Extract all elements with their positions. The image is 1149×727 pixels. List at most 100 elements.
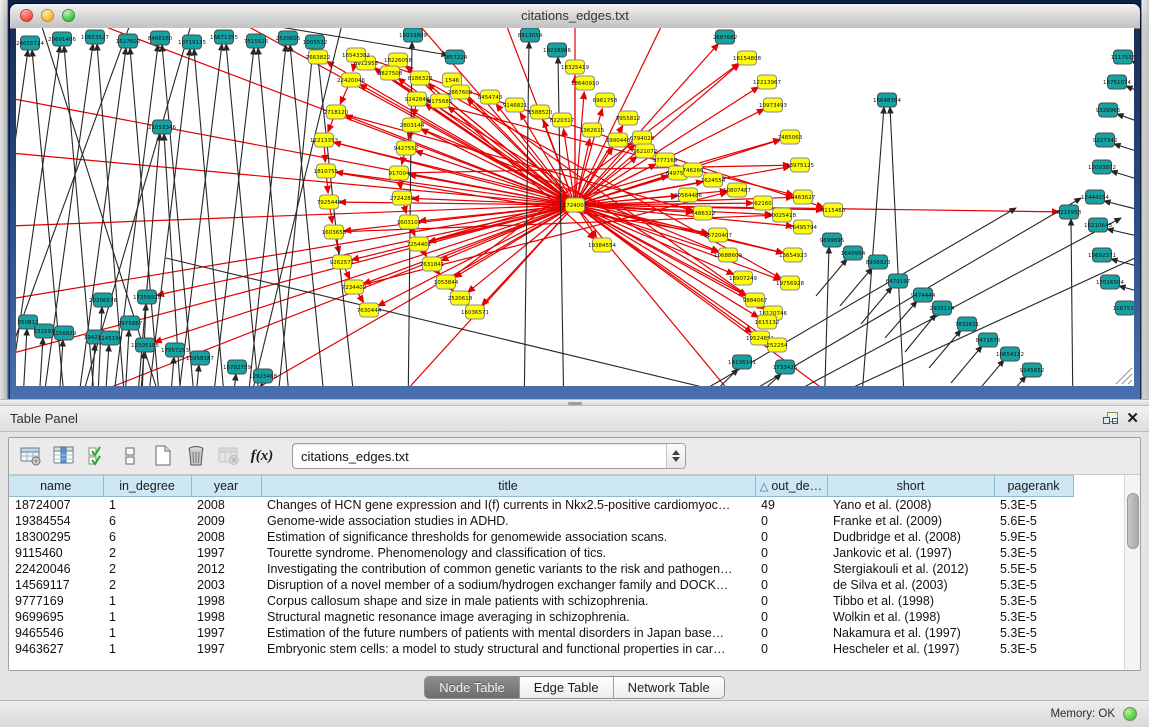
table-cell[interactable]: Nakamura et al. (1997) [827,625,994,641]
graph-node[interactable]: 12923468 [249,369,277,383]
graph-edge[interactable] [972,360,1004,386]
table-cell[interactable]: Estimation of the future numbers of pati… [261,625,755,641]
table-vertical-scrollbar[interactable] [1124,475,1140,670]
table-cell[interactable]: 0 [755,513,827,529]
graph-node[interactable]: 8813054 [518,28,543,42]
tab-network-table[interactable]: Network Table [614,677,724,698]
graph-node[interactable]: 7955812 [616,111,641,125]
table-cell[interactable]: Investigating the contribution of common… [261,561,755,577]
graph-edge[interactable] [733,374,781,386]
graph-node[interactable]: 1005532 [303,35,328,49]
graph-node[interactable]: 7234402 [342,280,367,294]
graph-edge[interactable] [1111,171,1134,182]
graph-node[interactable]: 1167533 [1113,301,1134,315]
table-row[interactable]: 1938455462009Genome-wide association stu… [9,513,1073,529]
table-cell[interactable]: 5.3E-5 [994,497,1073,514]
graph-node[interactable]: 10807487 [723,183,751,197]
column-header-in_degree[interactable]: in_degree [103,476,191,497]
graph-edge[interactable] [840,268,872,306]
graph-edge[interactable] [231,374,236,386]
column-header-year[interactable]: year [191,476,261,497]
float-panel-icon[interactable] [1103,412,1118,426]
column-header-out_de[interactable]: △out_de… [755,476,827,497]
table-cell[interactable]: Structural magnetic resonance image aver… [261,609,755,625]
graph-node[interactable]: 18325419 [561,60,589,74]
table-cell[interactable]: de Silva et al. (2003) [827,577,994,593]
graph-node[interactable]: 7631841 [420,257,445,271]
graph-node[interactable]: 1145194 [98,331,123,345]
graph-node[interactable]: 13975125 [786,158,814,172]
table-cell[interactable]: 0 [755,577,827,593]
graph-edge[interactable] [1122,374,1132,384]
tab-node-table[interactable]: Node Table [425,677,520,698]
graph-node[interactable]: 18226058 [384,53,412,67]
table-cell[interactable]: 6 [103,513,191,529]
graph-node[interactable]: 12213967 [753,75,781,89]
table-cell[interactable]: 2003 [191,577,261,593]
graph-edge[interactable] [1126,86,1134,98]
graph-node[interactable]: 2687682 [713,30,738,44]
graph-edge[interactable] [862,107,884,386]
table-cell[interactable]: Hescheler et al. (1997) [827,641,994,657]
graph-node[interactable]: 9146821 [503,98,528,112]
table-row[interactable]: 1872400712008Changes of HCN gene express… [9,497,1073,514]
table-cell[interactable]: 5.5E-5 [994,561,1073,577]
table-cell[interactable]: 2008 [191,497,261,514]
table-row[interactable]: 1456911722003Disruption of a novel membe… [9,577,1073,593]
graph-node[interactable]: 7485063 [778,130,803,144]
graph-node[interactable]: 7630444 [357,303,382,317]
graph-node[interactable]: 10654112 [996,347,1024,361]
graph-edge[interactable] [166,258,956,386]
graph-node[interactable]: 16495794 [789,220,817,234]
graph-node[interactable]: 7857224 [443,50,468,64]
table-cell[interactable]: 1997 [191,625,261,641]
graph-node[interactable]: 15692371 [1088,248,1116,262]
graph-node[interactable]: 8938923 [866,255,891,269]
table-cell[interactable]: Franke et al. (2009) [827,513,994,529]
table-row[interactable]: 977716911998Corpus callosum shape and si… [9,593,1073,609]
graph-node[interactable]: 16782759 [223,360,251,374]
window-titlebar[interactable]: citations_edges.txt [10,4,1140,29]
graph-node[interactable]: 9115460 [821,203,846,217]
table-cell[interactable]: 22420046 [9,561,103,577]
table-cell[interactable]: 5.3E-5 [994,577,1073,593]
table-cell[interactable]: 0 [755,545,827,561]
table-settings-icon[interactable] [18,443,44,469]
graph-edge[interactable] [104,345,109,386]
graph-node[interactable]: 10653527 [81,30,109,44]
table-cell[interactable]: 9465546 [9,625,103,641]
graph-edge[interactable] [824,247,829,386]
graph-edge[interactable] [951,346,982,383]
graph-node[interactable]: 9884067 [743,293,768,307]
graph-edge[interactable] [994,376,1026,386]
graph-node[interactable]: 19756928 [776,276,804,290]
graph-edge[interactable] [1104,201,1134,211]
graph-edge[interactable] [124,330,129,386]
table-cell[interactable]: Dudbridge et al. (2008) [827,529,994,545]
graph-edge[interactable] [90,344,95,386]
table-cell[interactable]: 2 [103,577,191,593]
graph-node[interactable]: 2867608 [448,85,473,99]
graph-node[interactable]: 10688609 [714,248,742,262]
dropdown-stepper-icon[interactable] [666,444,685,468]
graph-node[interactable]: 1156829 [52,326,77,340]
column-header-short[interactable]: short [827,476,994,497]
table-row[interactable]: 946362711997Embryonic stem cells: a mode… [9,641,1073,657]
graph-edge[interactable] [97,307,102,386]
graph-node[interactable]: 7663822 [306,50,331,64]
graph-node[interactable]: 7254401 [407,237,432,251]
table-cell[interactable]: 5.3E-5 [994,545,1073,561]
graph-node[interactable]: 8186328 [408,71,433,85]
graph-node[interactable]: 2520605 [276,31,301,45]
graph-node[interactable]: 9227342 [1093,133,1118,147]
table-cell[interactable]: Embryonic stem cells: a model to study s… [261,641,755,657]
table-cell[interactable]: 5.3E-5 [994,625,1073,641]
graph-node[interactable]: 1588520 [528,105,553,119]
graph-node[interactable]: 16036571 [461,305,489,319]
table-cell[interactable]: 0 [755,593,827,609]
graph-node[interactable]: 12093872 [1088,160,1116,174]
table-cell[interactable]: 0 [755,625,827,641]
table-row[interactable]: 1830029562008Estimation of significance … [9,529,1073,545]
graph-node[interactable]: 12444154 [1081,190,1109,204]
graph-node[interactable]: 16210643 [1084,218,1112,232]
